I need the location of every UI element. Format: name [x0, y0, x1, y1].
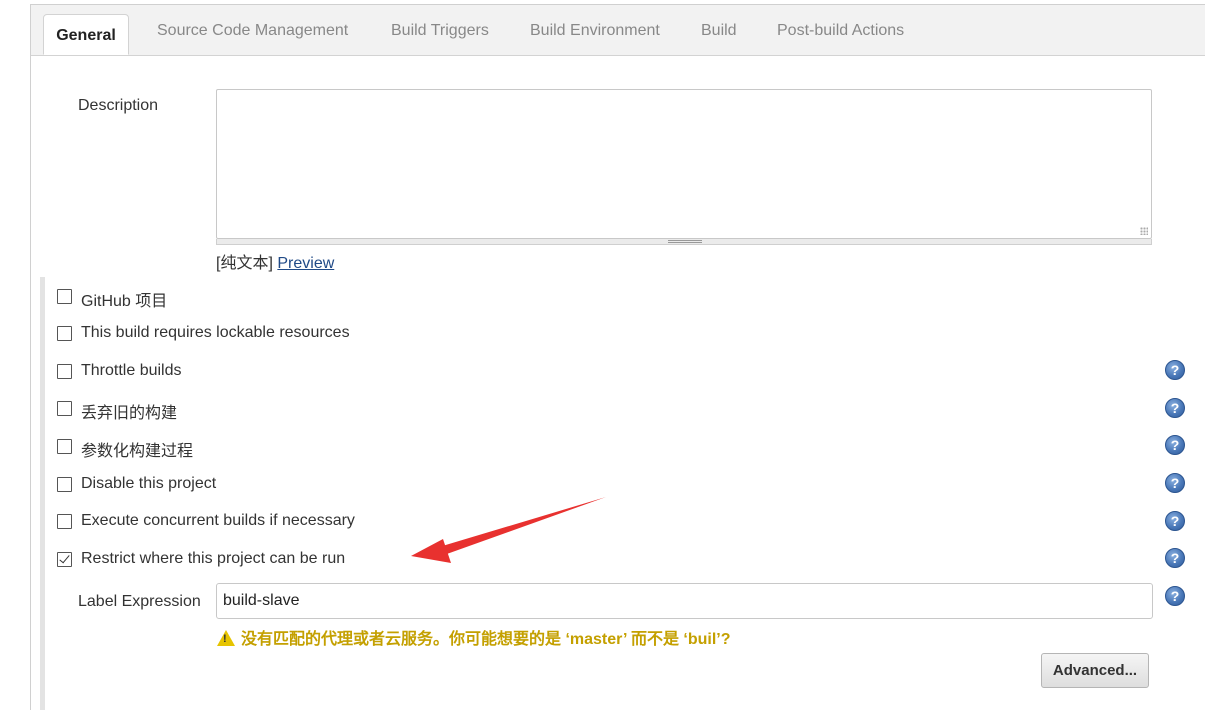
github-project-label: GitHub 项目	[81, 293, 168, 310]
disable-project-help-icon[interactable]: ?	[1165, 473, 1185, 493]
discard-old-builds-checkbox[interactable]	[57, 401, 72, 416]
tab-source-code-management[interactable]: Source Code Management	[157, 22, 348, 40]
preview-link[interactable]: Preview	[277, 255, 334, 272]
markup-format-label: [纯文本]	[216, 255, 273, 272]
throttle-builds-checkbox[interactable]	[57, 364, 72, 379]
tab-build-triggers[interactable]: Build Triggers	[391, 22, 489, 40]
tab-general[interactable]: General	[43, 14, 129, 55]
throttle-builds-help-icon[interactable]: ?	[1165, 360, 1185, 380]
concurrent-builds-label: Execute concurrent builds if necessary	[81, 512, 355, 529]
disable-project-checkbox[interactable]	[57, 477, 72, 492]
label-expression-help-icon[interactable]: ?	[1165, 586, 1185, 606]
disable-project-label: Disable this project	[81, 475, 217, 492]
description-textarea[interactable]	[216, 89, 1152, 239]
concurrent-builds-help-icon[interactable]: ?	[1165, 511, 1185, 531]
drag-grip-icon	[668, 240, 702, 243]
lockable-resources-label: This build requires lockable resources	[81, 324, 350, 341]
section-indent-bar	[40, 277, 45, 710]
markup-format-line: [纯文本] Preview	[216, 249, 334, 273]
concurrent-builds-checkbox[interactable]	[57, 514, 72, 529]
lockable-resources-checkbox[interactable]	[57, 326, 72, 341]
textarea-drag-handle[interactable]	[216, 239, 1152, 245]
job-config-panel: General Source Code Management Build Tri…	[30, 4, 1205, 710]
description-label: Description	[78, 97, 159, 114]
throttle-builds-label: Throttle builds	[81, 362, 182, 379]
warning-text: 没有匹配的代理或者云服务。你可能想要的是 ‘master’ 而不是 ‘buil’…	[241, 631, 731, 648]
config-tab-bar: General Source Code Management Build Tri…	[31, 5, 1205, 56]
parameterized-build-help-icon[interactable]: ?	[1165, 435, 1185, 455]
resize-grip-icon[interactable]	[1140, 227, 1148, 235]
restrict-where-run-label: Restrict where this project can be run	[81, 550, 346, 567]
github-project-checkbox[interactable]	[57, 289, 72, 304]
advanced-button[interactable]: Advanced...	[1041, 653, 1149, 688]
parameterized-build-checkbox[interactable]	[57, 439, 72, 454]
discard-old-builds-label: 丢弃旧的构建	[81, 405, 178, 422]
annotation-arrow	[411, 497, 606, 563]
tab-post-build-actions[interactable]: Post-build Actions	[777, 22, 904, 40]
parameterized-build-label: 参数化构建过程	[81, 443, 194, 460]
restrict-where-run-checkbox[interactable]	[57, 552, 72, 567]
label-expression-label: Label Expression	[78, 593, 201, 610]
label-expression-warning: ! 没有匹配的代理或者云服务。你可能想要的是 ‘master’ 而不是 ‘buil…	[217, 625, 731, 649]
tab-build-environment[interactable]: Build Environment	[530, 22, 660, 40]
tab-build[interactable]: Build	[701, 22, 737, 40]
label-expression-input[interactable]: build-slave	[216, 583, 1153, 619]
discard-old-builds-help-icon[interactable]: ?	[1165, 398, 1185, 418]
restrict-where-run-help-icon[interactable]: ?	[1165, 548, 1185, 568]
warning-icon: !	[217, 630, 235, 646]
